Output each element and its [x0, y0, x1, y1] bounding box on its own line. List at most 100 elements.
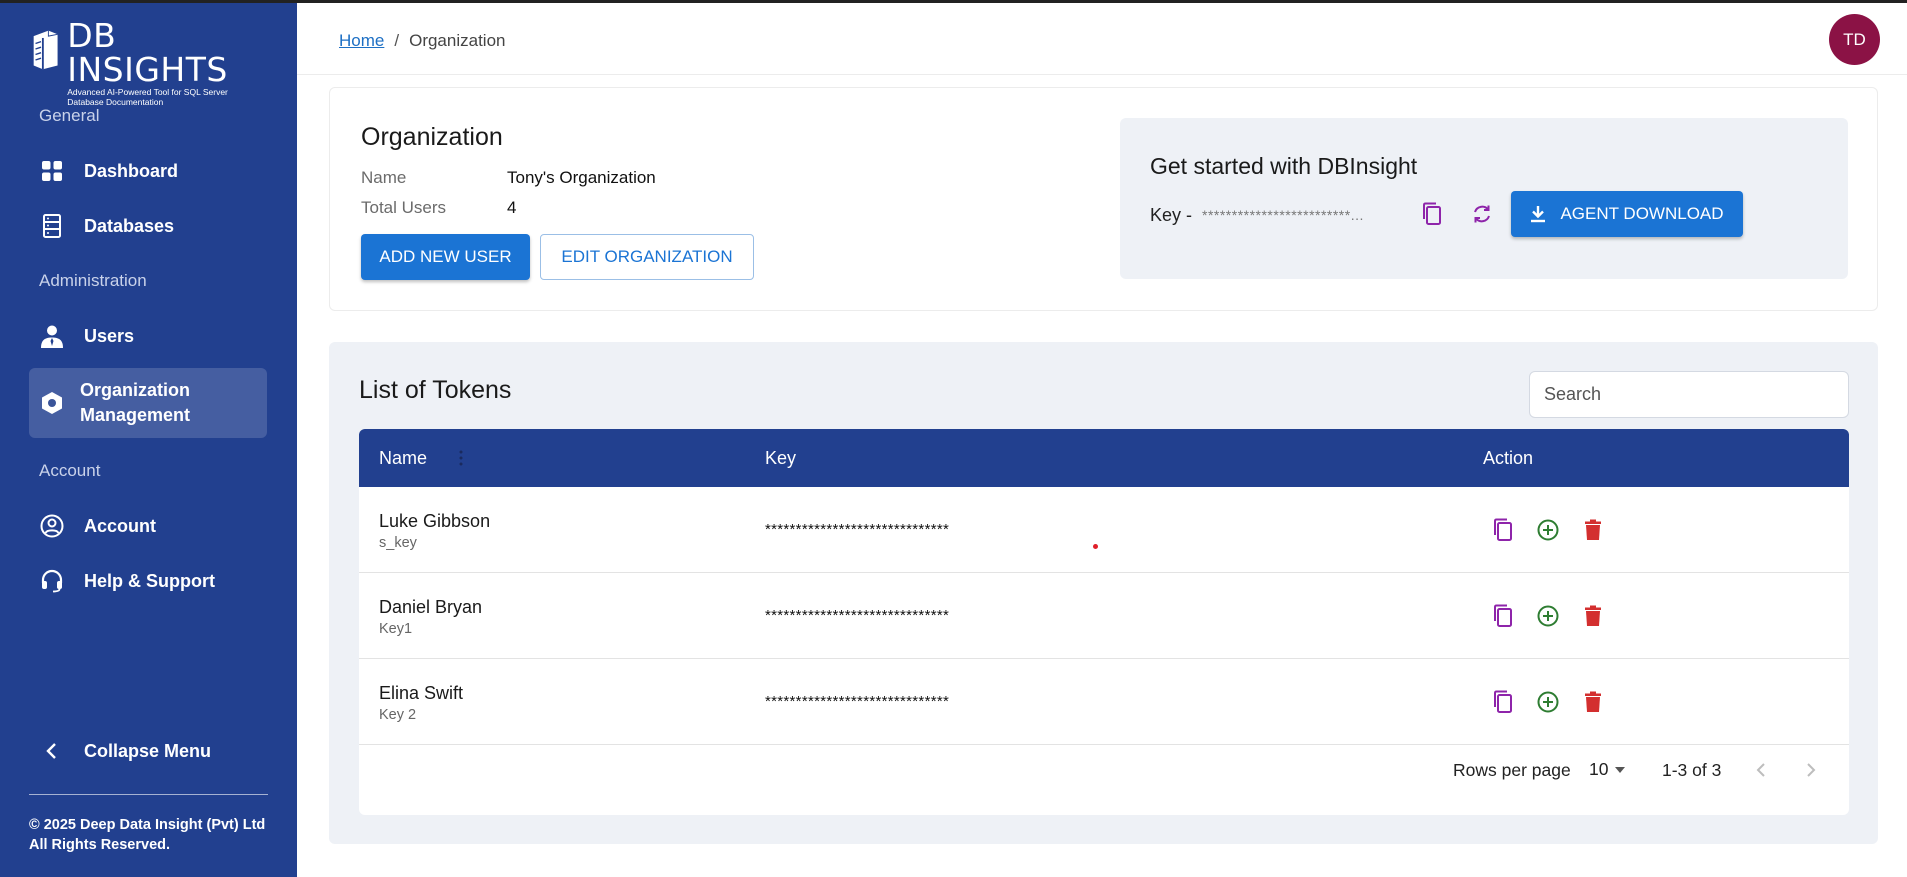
- token-name: Elina Swift: [379, 683, 464, 703]
- tokens-table: Name Key Action Luke Gibbson s_key *****…: [359, 429, 1849, 815]
- copy-icon: [1494, 690, 1512, 713]
- column-header-key[interactable]: Key: [765, 448, 796, 469]
- database-icon: [39, 213, 65, 239]
- tokens-title: List of Tokens: [359, 376, 512, 404]
- cursor-dot: [1093, 544, 1098, 549]
- add-token-button[interactable]: [1534, 516, 1562, 544]
- token-name: Luke Gibbson: [379, 511, 491, 531]
- token-key: ******************************: [765, 521, 950, 538]
- token-subname: Key1: [379, 621, 413, 637]
- next-page-button[interactable]: [1798, 757, 1824, 783]
- chevron-left-icon: [1756, 763, 1765, 777]
- section-administration: Administration: [39, 271, 147, 290]
- agent-download-button[interactable]: AGENT DOWNLOAD: [1511, 191, 1743, 237]
- add-circle-icon: [1537, 691, 1559, 713]
- app-logo: DB INSIGHTS Advanced AI-Powered Tool for…: [30, 19, 270, 107]
- add-new-user-button[interactable]: ADD NEW USER: [361, 234, 530, 280]
- sidebar-item-dashboard[interactable]: Dashboard: [29, 147, 267, 195]
- copy-key-button[interactable]: [1417, 199, 1447, 229]
- account-circle-icon: [39, 513, 65, 539]
- sidebar-item-label: Dashboard: [84, 160, 179, 181]
- table-header: Name Key Action: [359, 429, 1849, 487]
- headset-icon: [39, 568, 65, 594]
- chevron-right-icon: [1807, 763, 1816, 777]
- refresh-icon: [1474, 205, 1490, 223]
- add-circle-icon: [1537, 519, 1559, 541]
- copy-icon: [1494, 604, 1512, 627]
- brand-subtitle-1: Advanced AI-Powered Tool for SQL Server: [67, 87, 228, 97]
- token-subname: s_key: [379, 535, 417, 551]
- column-menu-icon[interactable]: [459, 449, 463, 467]
- token-subname: Key 2: [379, 707, 417, 723]
- org-name-row: Name Tony's Organization: [361, 168, 656, 188]
- delete-token-button[interactable]: [1579, 516, 1607, 544]
- column-header-name[interactable]: Name: [379, 448, 427, 469]
- search-input[interactable]: [1529, 371, 1849, 418]
- add-circle-icon: [1537, 605, 1559, 627]
- token-key: ******************************: [765, 693, 950, 710]
- agent-key-value: *************************...: [1202, 207, 1364, 223]
- pagination-range: 1-3 of 3: [1662, 760, 1722, 780]
- add-token-button[interactable]: [1534, 602, 1562, 630]
- org-name-label: Name: [361, 168, 407, 187]
- user-icon: [39, 323, 65, 349]
- organization-card: Organization Name Tony's Organization To…: [329, 87, 1878, 311]
- organization-icon: [39, 390, 65, 416]
- breadcrumb-current: Organization: [409, 31, 506, 50]
- sidebar-item-label: Account: [84, 515, 156, 536]
- org-name-value: Tony's Organization: [507, 168, 656, 187]
- copy-token-button[interactable]: [1489, 516, 1517, 544]
- sidebar-item-label: Users: [84, 325, 135, 346]
- download-icon: [1531, 206, 1546, 223]
- sidebar-item-organization-management[interactable]: Organization Management: [29, 368, 267, 438]
- rows-per-page-value: 10: [1589, 759, 1609, 779]
- caret-down-icon: [1615, 766, 1626, 773]
- sidebar: DB INSIGHTS Advanced AI-Powered Tool for…: [0, 0, 297, 877]
- delete-token-button[interactable]: [1579, 688, 1607, 716]
- org-users-value: 4: [507, 198, 517, 217]
- table-row: Daniel Bryan Key1 **********************…: [359, 573, 1849, 659]
- copyright-line: © 2025 Deep Data Insight (Pvt) Ltd: [29, 817, 266, 833]
- tokens-card: List of Tokens Name Key Action Luke Gibb…: [329, 342, 1878, 844]
- edit-organization-button[interactable]: EDIT ORGANIZATION: [540, 234, 754, 280]
- sidebar-item-help-support[interactable]: Help & Support: [29, 557, 267, 605]
- org-users-row: Total Users 4: [361, 198, 516, 218]
- sidebar-item-users[interactable]: Users: [29, 312, 267, 360]
- token-key: ******************************: [765, 607, 950, 624]
- get-started-panel: Get started with DBInsight Key - *******…: [1120, 118, 1848, 279]
- copyright-footer: © 2025 Deep Data Insight (Pvt) Ltd All R…: [29, 815, 265, 855]
- breadcrumb-separator: /: [394, 31, 400, 50]
- sidebar-item-label: Organization Management: [80, 380, 191, 425]
- previous-page-button[interactable]: [1748, 757, 1774, 783]
- database-logo-icon: [33, 30, 58, 70]
- org-users-label: Total Users: [361, 198, 447, 217]
- collapse-menu-label: Collapse Menu: [84, 740, 212, 761]
- token-name: Daniel Bryan: [379, 597, 483, 617]
- collapse-menu-button[interactable]: Collapse Menu: [29, 727, 267, 775]
- section-account: Account: [39, 461, 101, 480]
- agent-download-label: AGENT DOWNLOAD: [1560, 204, 1724, 223]
- brand-title: DB INSIGHTS: [67, 16, 228, 89]
- trash-icon: [1585, 691, 1601, 712]
- sidebar-item-account[interactable]: Account: [29, 502, 267, 550]
- breadcrumb-home-link[interactable]: Home: [339, 31, 384, 51]
- sidebar-divider: [29, 794, 268, 795]
- trash-icon: [1585, 605, 1601, 626]
- organization-title: Organization: [361, 123, 503, 151]
- copy-token-button[interactable]: [1489, 602, 1517, 630]
- regenerate-key-button[interactable]: [1467, 199, 1497, 229]
- breadcrumb: Home / Organization: [339, 31, 505, 51]
- copy-icon: [1423, 202, 1441, 225]
- top-bar: Home / Organization TD: [297, 0, 1907, 75]
- user-avatar[interactable]: TD: [1829, 14, 1880, 65]
- add-token-button[interactable]: [1534, 688, 1562, 716]
- delete-token-button[interactable]: [1579, 602, 1607, 630]
- copy-token-button[interactable]: [1489, 688, 1517, 716]
- sidebar-item-databases[interactable]: Databases: [29, 202, 267, 250]
- table-pagination: Rows per page 10 1-3 of 3: [359, 731, 1849, 815]
- rows-per-page-select[interactable]: 10: [1589, 759, 1626, 780]
- chevron-left-icon: [39, 738, 65, 764]
- table-row: Luke Gibbson s_key *********************…: [359, 487, 1849, 573]
- sidebar-item-label: Help & Support: [84, 570, 215, 591]
- agent-key-label: Key -: [1150, 205, 1193, 225]
